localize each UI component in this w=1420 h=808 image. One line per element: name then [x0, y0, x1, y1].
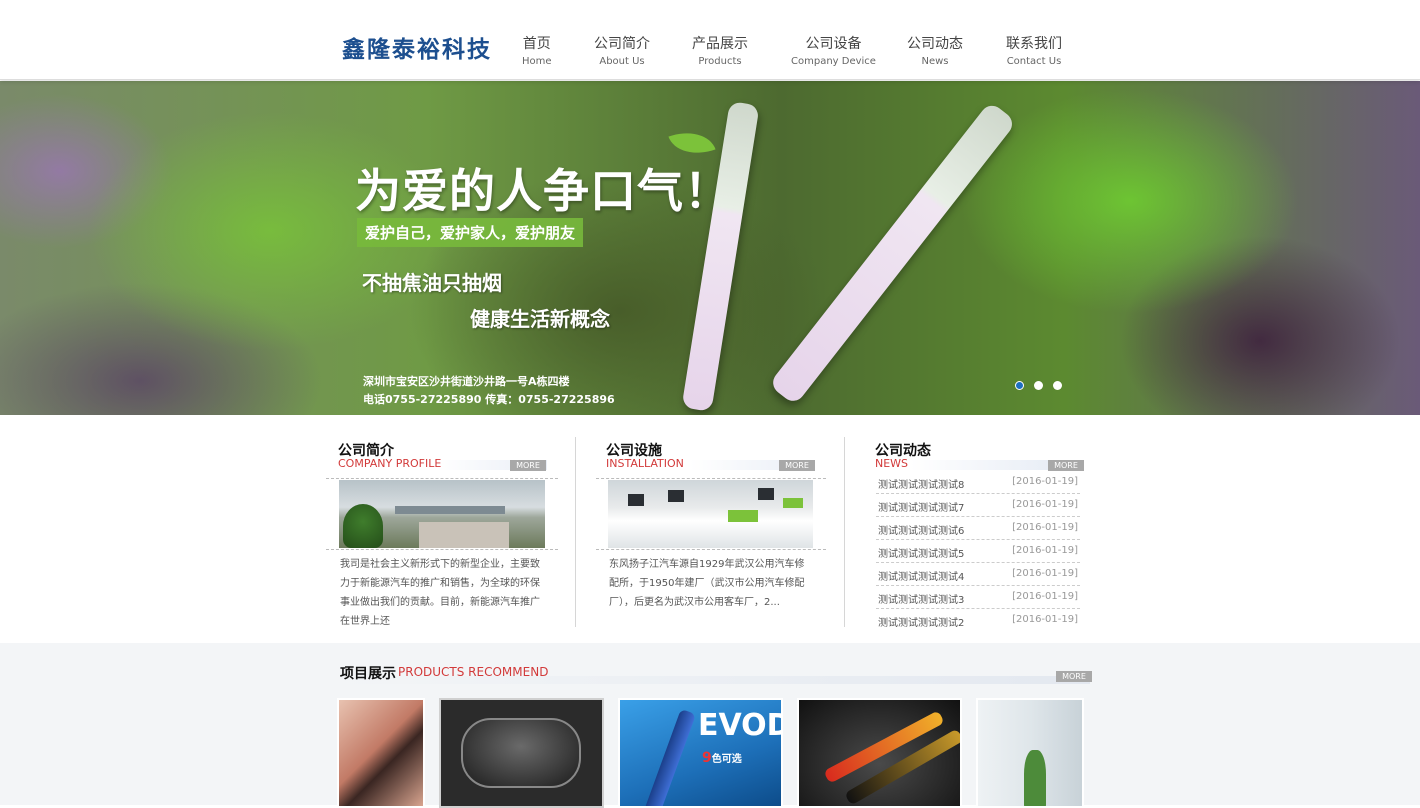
plant-shape — [343, 504, 383, 548]
projects-section: 项目展示 PRODUCTS RECOMMEND MORE EVOD 9色可选 — [0, 643, 1420, 808]
news-item-title: 测试测试测试测试8 — [878, 480, 965, 491]
nav-label-cn: 公司设备 — [805, 36, 862, 52]
section-bar — [910, 460, 1048, 470]
news-item[interactable]: 测试测试测试测试6 [2016-01-19] — [876, 517, 1080, 540]
nav-label-en: Home — [522, 56, 552, 67]
nav-label-en: About Us — [599, 56, 645, 67]
news-item[interactable]: 测试测试测试测试7 [2016-01-19] — [876, 494, 1080, 517]
green-desk-shape — [783, 498, 803, 508]
carry-case-shape — [461, 718, 581, 788]
projects-more-button[interactable]: MORE — [1056, 671, 1092, 682]
facility-more-button[interactable]: MORE — [779, 460, 815, 471]
column-divider — [844, 437, 845, 627]
slider-dot-2[interactable] — [1034, 381, 1043, 390]
nav-item-about[interactable]: 公司简介 About Us — [594, 33, 650, 67]
news-item[interactable]: 测试测试测试测试4 [2016-01-19] — [876, 563, 1080, 586]
banner-phone: 电话0755-27225890 传真：0755-27225896 — [363, 393, 615, 406]
news-more-button[interactable]: MORE — [1048, 460, 1084, 471]
banner-slogan: 健康生活新概念 — [470, 307, 610, 331]
office-photo[interactable] — [339, 480, 545, 548]
news-item-title: 测试测试测试测试6 — [878, 526, 965, 537]
nav-item-contact[interactable]: 联系我们 Contact Us — [1006, 33, 1062, 67]
product-thumbnail[interactable] — [797, 698, 962, 808]
news-item-date: [2016-01-19] — [1012, 476, 1078, 487]
monitor-shape — [758, 488, 774, 500]
banner-address: 深圳市宝安区沙井街道沙井路一号A栋四楼 — [363, 375, 570, 388]
evod-pen-shape — [639, 708, 697, 806]
profile-more-button[interactable]: MORE — [510, 460, 546, 471]
nav-label-cn: 公司动态 — [907, 36, 963, 52]
facility-text: 东风扬子江汽车源自1929年武汉公用汽车修配所，于1950年建厂（武汉市公用汽车… — [609, 559, 805, 608]
nav-label-en: Company Device — [791, 56, 876, 67]
nav-label-en: News — [921, 56, 949, 67]
banner-slogan: 不抽焦油只抽烟 — [362, 271, 502, 295]
site-header: 鑫隆泰裕科技 首页 Home 公司简介 About Us 产品展示 Produc… — [0, 0, 1420, 80]
nav-item-products[interactable]: 产品展示 Products — [692, 33, 748, 67]
news-item-date: [2016-01-19] — [1012, 591, 1078, 602]
profile-subtitle: COMPANY PROFILE — [338, 457, 442, 470]
hero-banner[interactable]: 为爱的人争口气！ 爱护自己，爱护家人，爱护朋友 不抽焦油只抽烟 健康生活新概念 … — [0, 81, 1420, 415]
news-item[interactable]: 测试测试测试测试3 [2016-01-19] — [876, 586, 1080, 609]
news-item-date: [2016-01-19] — [1012, 568, 1078, 579]
nav-label-cn: 首页 — [522, 36, 551, 52]
projects-title: 项目展示 — [340, 666, 396, 682]
nav-item-home[interactable]: 首页 Home — [522, 33, 552, 67]
news-item-title: 测试测试测试测试3 — [878, 595, 965, 606]
e-cigarette-image — [768, 101, 1017, 406]
nav-label-en: Contact Us — [1006, 56, 1062, 67]
news-item-title: 测试测试测试测试4 — [878, 572, 965, 583]
slider-dot-1[interactable] — [1015, 381, 1024, 390]
monitor-shape — [628, 494, 644, 506]
banner-headline: 为爱的人争口气！ — [355, 164, 731, 218]
product-thumbnail[interactable] — [976, 698, 1084, 808]
news-subtitle: NEWS — [875, 457, 909, 470]
projects-subtitle: PRODUCTS RECOMMEND — [398, 665, 549, 679]
site-logo[interactable]: 鑫隆泰裕科技 — [342, 30, 492, 64]
nav-item-news[interactable]: 公司动态 News — [907, 33, 963, 67]
workspace-photo[interactable] — [608, 480, 813, 548]
nav-label-cn: 产品展示 — [692, 36, 748, 52]
nav-label-cn: 公司简介 — [594, 36, 650, 52]
news-item[interactable]: 测试测试测试测试8 [2016-01-19] — [876, 471, 1080, 494]
facility-subtitle: INSTALLATION — [606, 457, 684, 470]
color-caption: 色可选 — [711, 754, 742, 765]
plant-shape — [1024, 750, 1046, 806]
banner-tagline: 爱护自己，爱护家人，爱护朋友 — [357, 218, 584, 247]
news-item-date: [2016-01-19] — [1012, 614, 1078, 625]
color-count: 9 — [702, 750, 712, 766]
monitor-shape — [668, 490, 684, 502]
profile-text: 我司是社会主义新形式下的新型企业，主要致力于新能源汽车的推广和销售，为全球的环保… — [340, 559, 540, 627]
color-count-label: 9色可选 — [702, 750, 742, 766]
news-item-date: [2016-01-19] — [1012, 522, 1078, 533]
info-section: 公司简介 COMPANY PROFILE MORE 我司是社会主义新形式下的新型… — [0, 415, 1420, 643]
slider-dot-3[interactable] — [1053, 381, 1062, 390]
green-desk-shape — [728, 510, 758, 522]
desk-shape — [419, 522, 509, 548]
column-divider — [575, 437, 576, 627]
news-item-title: 测试测试测试测试7 — [878, 503, 965, 514]
news-item-date: [2016-01-19] — [1012, 545, 1078, 556]
nav-label-cn: 联系我们 — [1006, 36, 1062, 52]
news-item-title: 测试测试测试测试5 — [878, 549, 965, 560]
news-item-date: [2016-01-19] — [1012, 499, 1078, 510]
nav-item-device[interactable]: 公司设备 Company Device — [791, 33, 876, 67]
evod-label: EVOD — [698, 708, 783, 743]
news-item[interactable]: 测试测试测试测试5 [2016-01-19] — [876, 540, 1080, 563]
nav-label-en: Products — [698, 56, 742, 67]
product-thumbnail[interactable]: EVOD 9色可选 — [618, 698, 783, 808]
news-item-title: 测试测试测试测试2 — [878, 618, 965, 629]
product-thumbnail[interactable] — [337, 698, 425, 808]
news-item[interactable]: 测试测试测试测试2 [2016-01-19] — [876, 609, 1080, 632]
office-sign — [395, 506, 505, 514]
product-thumbnail[interactable] — [439, 698, 604, 808]
